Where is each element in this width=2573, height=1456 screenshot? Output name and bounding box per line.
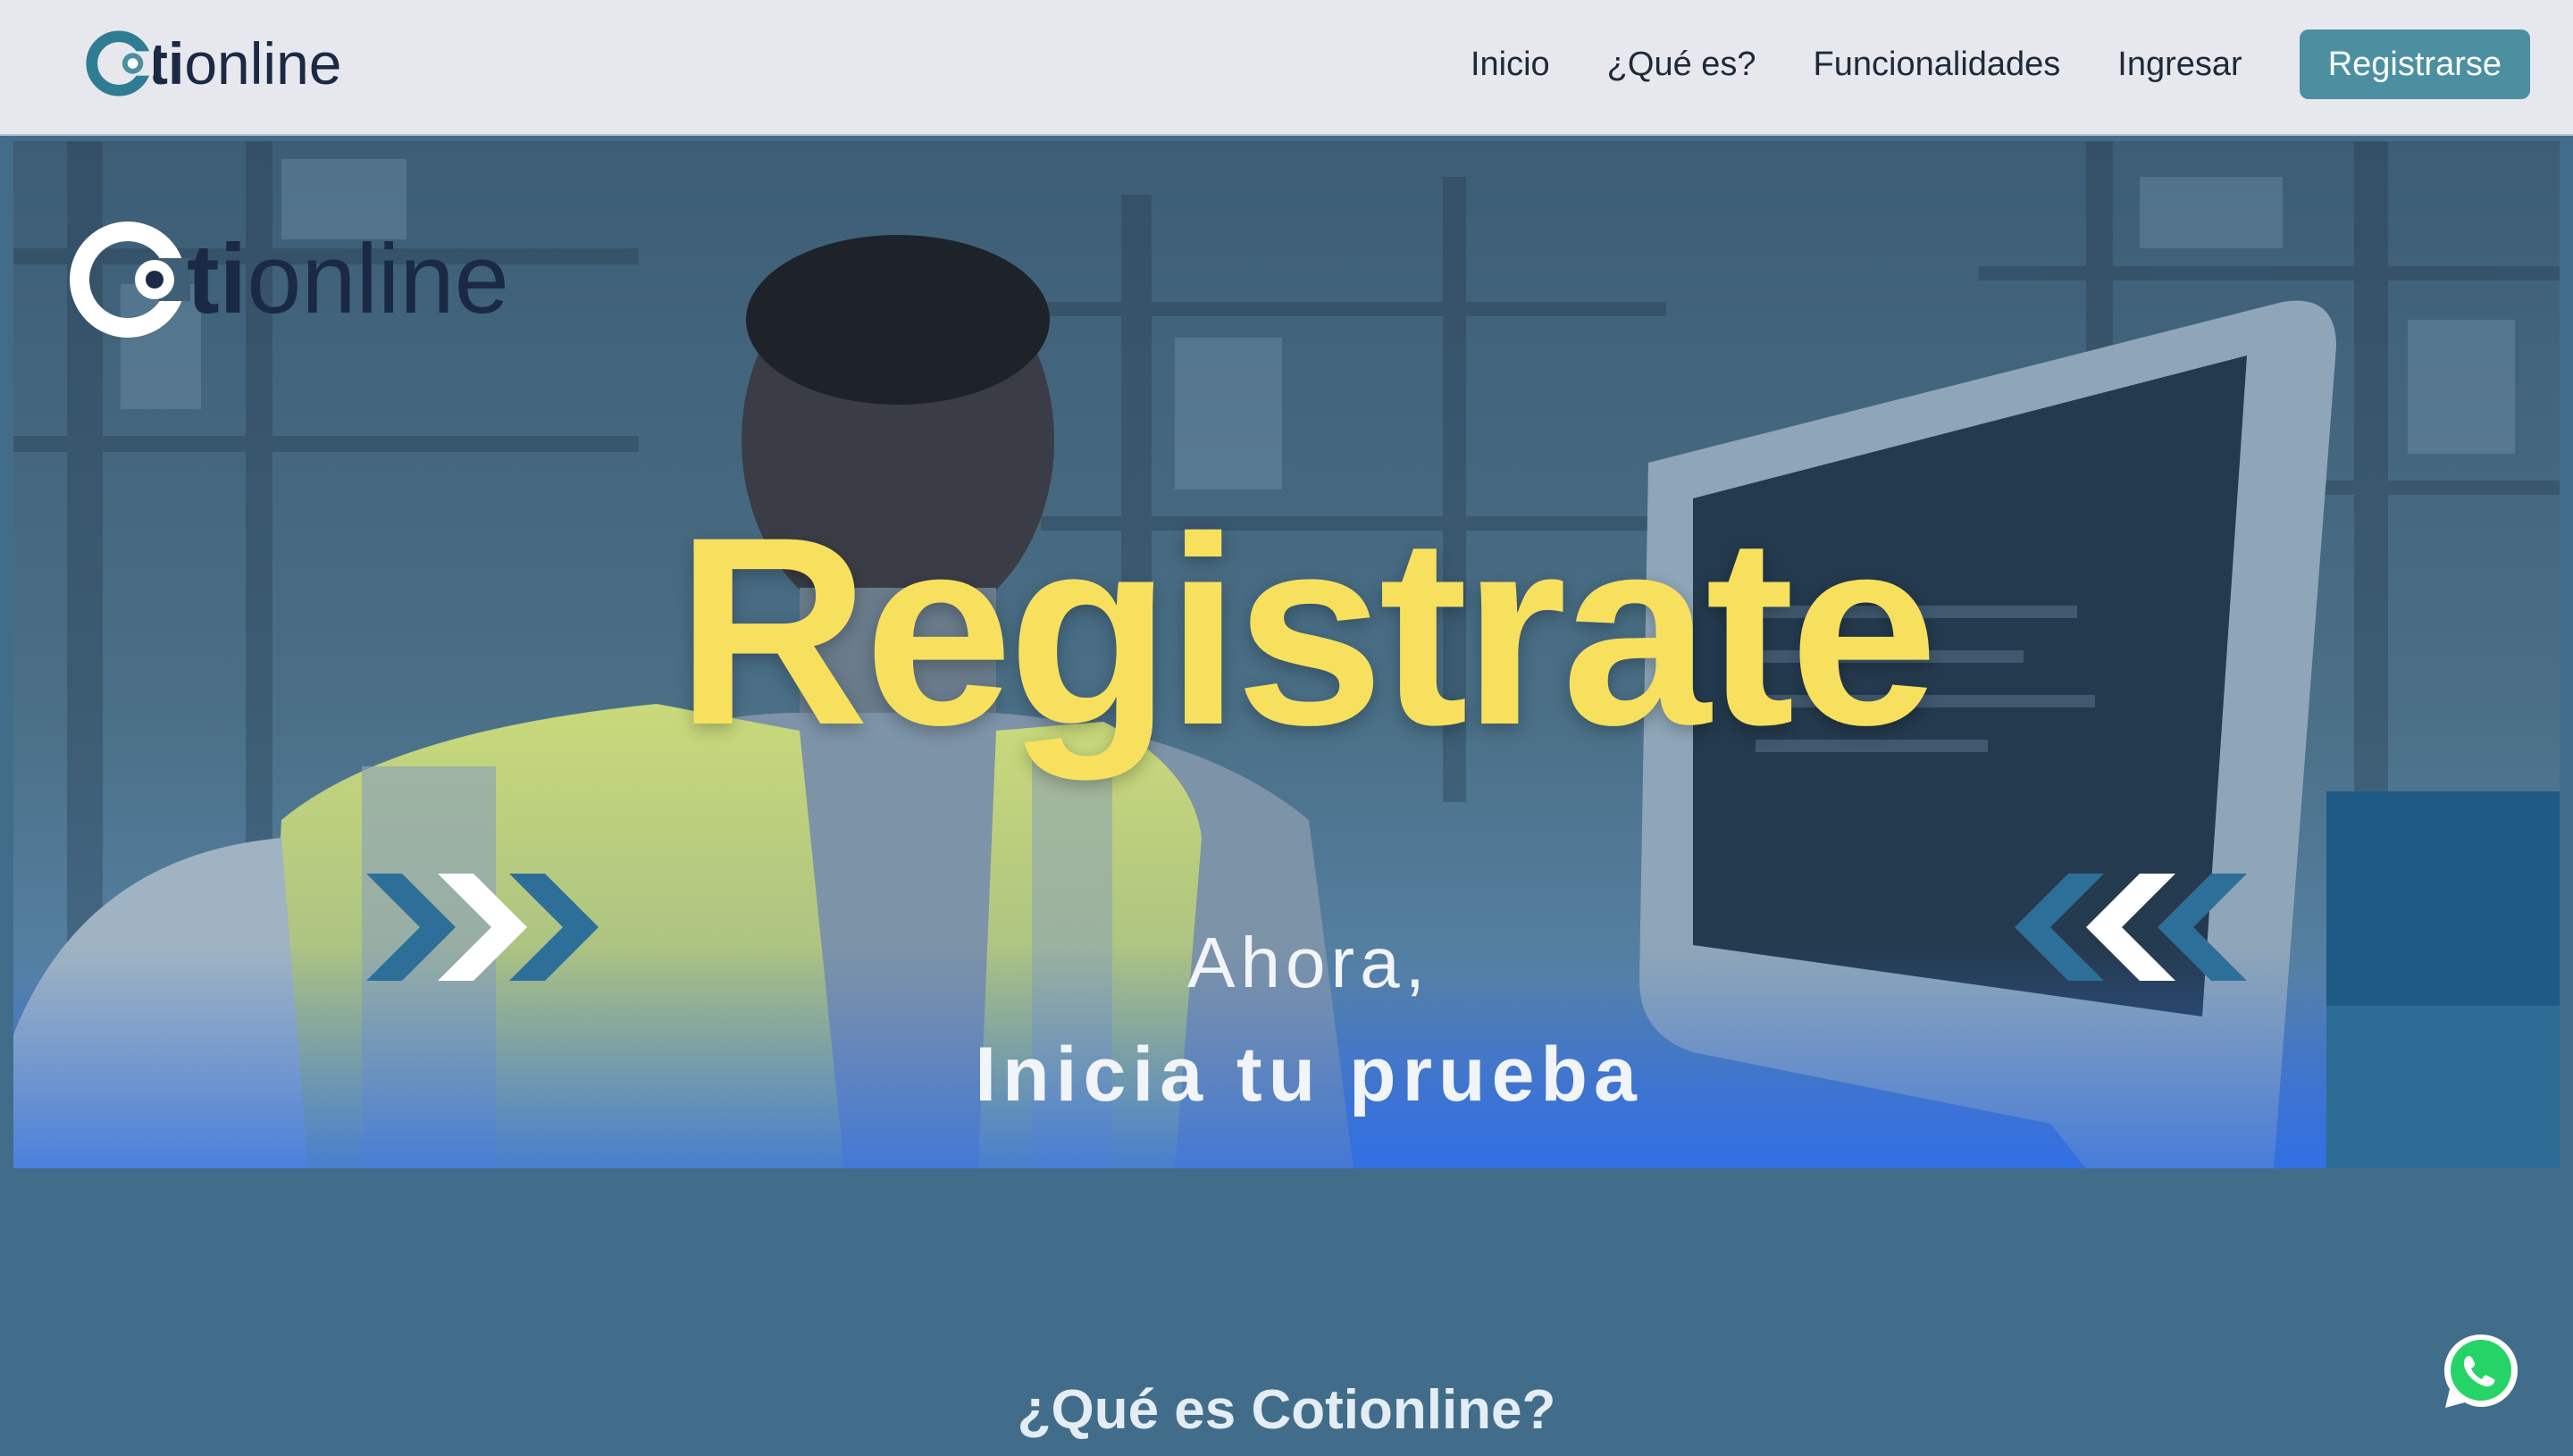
double-chevron-right-icon [366, 874, 599, 981]
decorative-side-block-top [2326, 791, 2560, 1006]
hero-brand-name-rest: online [247, 224, 509, 334]
decorative-side-block [2326, 791, 2560, 1168]
section-title-que-es: ¿Qué es Cotionline? [1017, 1379, 1556, 1441]
top-navbar: ti online Inicio ¿Qué es? Funcionalidades… [0, 0, 2573, 136]
brand-wordmark: ti online [148, 34, 341, 93]
brand-name-rest: online [184, 30, 342, 96]
double-chevron-left-icon [2015, 874, 2247, 981]
hero-subtitle-2: Inicia tu prueba [975, 1032, 1643, 1117]
hero-brand-name-bold: ti [187, 224, 247, 334]
hero-brand-wordmark: ti online [187, 230, 509, 329]
nav-item-ingresar[interactable]: Ingresar [2117, 46, 2242, 84]
hero-brand-logo: ti online [65, 217, 509, 342]
hero-banner[interactable]: ti online Registrate Ahora, Inicia tu pru… [13, 141, 2560, 1168]
nav-item-funcionalidades[interactable]: Funcionalidades [1814, 46, 2061, 84]
brand-logo[interactable]: ti online [84, 25, 341, 102]
cotionline-logo-icon [70, 222, 190, 338]
register-button[interactable]: Registrarse [2299, 29, 2530, 99]
hero-subtitle-1: Ahora, [1187, 923, 1430, 1002]
hero-headline: Registrate [675, 481, 1938, 781]
nav-item-que-es[interactable]: ¿Qué es? [1607, 46, 1756, 84]
nav-item-inicio[interactable]: Inicio [1471, 46, 1550, 84]
cotionline-logo-icon [86, 30, 154, 96]
brand-name-bold: ti [148, 30, 185, 96]
nav-menu: Inicio ¿Qué es? Funcionalidades Ingresar… [1471, 29, 2530, 100]
whatsapp-icon[interactable] [2441, 1331, 2521, 1411]
